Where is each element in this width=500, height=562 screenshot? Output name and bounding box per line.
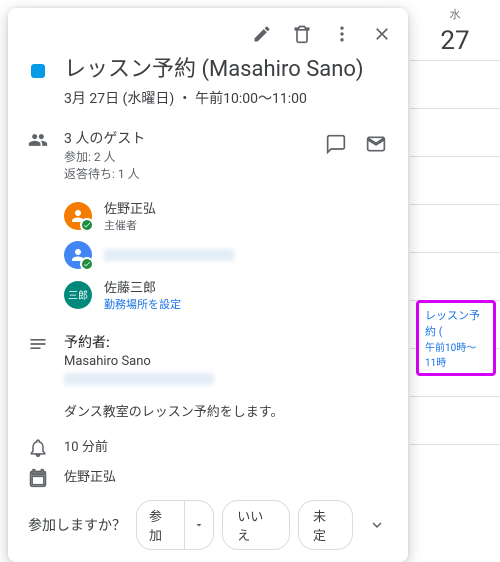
calendar-icon xyxy=(28,468,48,488)
time-grid xyxy=(410,60,500,492)
rsvp-yes-split-button: 参加 xyxy=(136,500,214,550)
rsvp-yes-button[interactable]: 参加 xyxy=(137,501,184,549)
event-detail-popup: レッスン予約 (Masahiro Sano) 3月 27日 (水曜日) ・ 午前… xyxy=(8,8,408,562)
close-icon xyxy=(372,24,392,44)
guest-list-row: 佐野正弘 主催者 三郎 佐藤三郎 勤務場所を設定 xyxy=(8,186,408,320)
pencil-icon xyxy=(252,24,272,44)
booker-label: 予約者: xyxy=(64,332,392,352)
redacted-text xyxy=(64,373,214,385)
email-guests-button[interactable] xyxy=(360,128,392,160)
bell-icon xyxy=(28,438,48,458)
event-datetime: 3月 27日 (水曜日) ・ 午前10:00～11:00 xyxy=(64,88,392,108)
event-title: レッスン予約 (Masahiro Sano) xyxy=(64,56,392,84)
set-work-location-link[interactable]: 勤務場所を設定 xyxy=(104,296,392,312)
avatar xyxy=(64,202,92,230)
envelope-icon xyxy=(366,134,386,154)
guest-name: 佐野正弘 xyxy=(104,198,392,217)
people-icon xyxy=(28,130,48,150)
description-row: 予約者: Masahiro Sano ダンス教室のレッスン予約をします。 xyxy=(8,328,408,424)
guest-item[interactable]: 佐野正弘 主催者 xyxy=(64,194,392,237)
calendar-event-time: 午前10時～11時 xyxy=(425,339,487,369)
guest-item[interactable] xyxy=(64,237,392,273)
more-options-button[interactable] xyxy=(324,16,360,52)
reminder-row: 10 分前 xyxy=(8,432,408,462)
kebab-icon xyxy=(332,24,352,44)
day-header: 水 27 xyxy=(410,0,500,56)
calendar-event-chip[interactable]: レッスン予約 ( 午前10時～11時 xyxy=(416,300,496,376)
calendar-event-title: レッスン予約 ( xyxy=(425,307,487,339)
rsvp-prompt: 参加しますか？ xyxy=(28,515,126,535)
title-row: レッスン予約 (Masahiro Sano) 3月 27日 (水曜日) ・ 午前… xyxy=(8,52,408,112)
edit-button[interactable] xyxy=(244,16,280,52)
guest-item[interactable]: 三郎 佐藤三郎 勤務場所を設定 xyxy=(64,273,392,316)
rsvp-yes-dropdown[interactable] xyxy=(184,501,213,549)
chat-icon xyxy=(326,134,346,154)
weekday-label: 水 xyxy=(410,6,500,22)
chat-guests-button[interactable] xyxy=(320,128,352,160)
description-icon xyxy=(28,334,48,354)
check-badge-icon xyxy=(80,218,94,232)
redacted-name xyxy=(104,249,234,261)
calendar-owner-row: 佐野正弘 xyxy=(8,462,408,492)
guest-count: 3 人のゲスト xyxy=(64,128,145,148)
rsvp-bar: 参加しますか？ 参加 いいえ 未定 xyxy=(8,492,408,550)
guests-row: 3 人のゲスト 参加: 2 人 返答待ち: 1 人 xyxy=(8,124,408,186)
event-color-chip xyxy=(31,64,45,78)
guest-yes-count: 参加: 2 人 xyxy=(64,148,145,165)
booker-name: Masahiro Sano xyxy=(64,354,392,369)
rsvp-expand-button[interactable] xyxy=(361,509,392,541)
rsvp-maybe-button[interactable]: 未定 xyxy=(298,500,353,550)
close-button[interactable] xyxy=(364,16,400,52)
check-badge-icon xyxy=(80,257,94,271)
description-body: ダンス教室のレッスン予約をします。 xyxy=(64,401,392,420)
popup-toolbar xyxy=(8,8,408,52)
day-number[interactable]: 27 xyxy=(410,26,500,56)
chevron-down-icon xyxy=(368,516,386,534)
trash-icon xyxy=(292,24,312,44)
avatar xyxy=(64,241,92,269)
reminder-text: 10 分前 xyxy=(64,436,392,455)
guest-name: 佐藤三郎 xyxy=(104,277,392,296)
rsvp-no-button[interactable]: いいえ xyxy=(222,500,290,550)
guest-role: 主催者 xyxy=(104,217,392,233)
avatar: 三郎 xyxy=(64,281,92,309)
guest-awaiting-count: 返答待ち: 1 人 xyxy=(64,165,145,182)
delete-button[interactable] xyxy=(284,16,320,52)
calendar-owner-name: 佐野正弘 xyxy=(64,466,392,485)
caret-down-icon xyxy=(193,519,205,531)
